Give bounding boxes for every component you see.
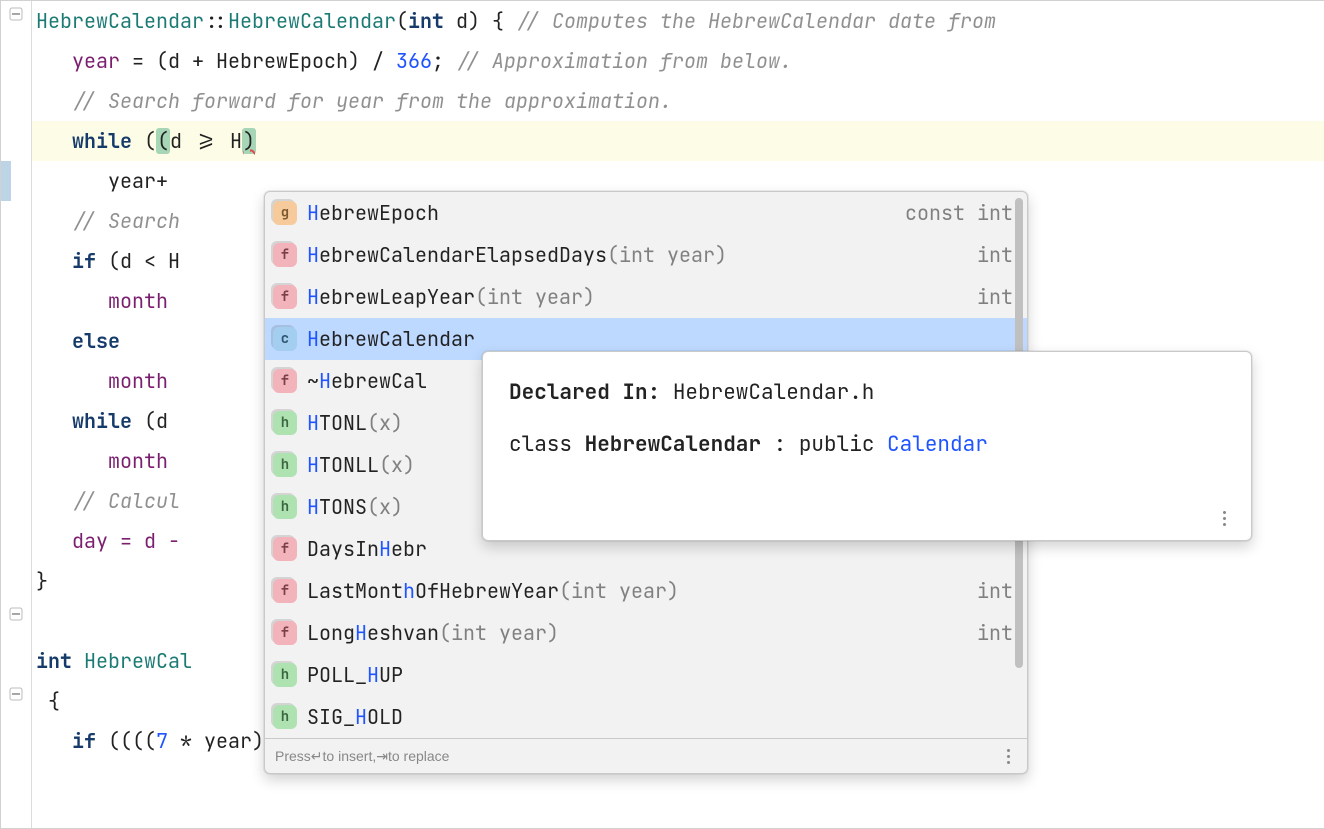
code-area[interactable]: HebrewCalendar::HebrewCalendar(int d) { … — [32, 1, 1324, 828]
macro-icon: h — [273, 453, 297, 477]
completion-label: POLL_HUP — [307, 662, 1013, 688]
comment: // Search — [36, 208, 180, 234]
completion-return-type: int — [977, 284, 1013, 310]
doc-declared-in: Declared In: HebrewCalendar.h — [509, 374, 1225, 412]
more-options-icon[interactable] — [999, 749, 1017, 764]
class-name: HebrewCalendar — [36, 8, 204, 34]
completion-footer: Press ↵ to insert, ⇥ to replace — [265, 738, 1027, 773]
code-line[interactable]: // Search forward for year from the appr… — [32, 81, 1324, 121]
quick-doc-popup: Declared In: HebrewCalendar.h class Hebr… — [482, 351, 1252, 541]
tab-key-icon: ⇥ — [376, 739, 388, 773]
function-icon: f — [273, 579, 297, 603]
comment: // Computes the HebrewCalendar date from — [516, 8, 996, 34]
class-icon: c — [273, 327, 297, 351]
function-icon: f — [273, 537, 297, 561]
macro-icon: h — [273, 705, 297, 729]
completion-item[interactable]: f HebrewLeapYear(int year) int — [265, 276, 1027, 318]
macro-icon: h — [273, 411, 297, 435]
fold-icon[interactable] — [9, 607, 23, 621]
doc-declaration: class HebrewCalendar : public Calendar — [509, 426, 1225, 464]
code-line-active[interactable]: while ((d >= H) — [32, 121, 1324, 161]
comment: // Search forward for year from the appr… — [72, 88, 672, 114]
type-link[interactable]: Calendar — [887, 431, 988, 458]
current-line-marker — [1, 161, 11, 201]
completion-label: HebrewLeapYear(int year) — [307, 284, 967, 310]
completion-label: HebrewCalendarElapsedDays(int year) — [307, 242, 967, 268]
comment: // Calcul — [36, 488, 180, 514]
completion-return-type: int — [977, 620, 1013, 646]
fold-icon[interactable] — [9, 687, 23, 701]
function-icon: f — [273, 369, 297, 393]
code-editor[interactable]: HebrewCalendar::HebrewCalendar(int d) { … — [1, 1, 1324, 828]
macro-icon: h — [273, 495, 297, 519]
completion-item[interactable]: g HebrewEpoch const int — [265, 192, 1027, 234]
completion-item[interactable]: h SIG_HOLD — [265, 696, 1027, 738]
completion-return-type: const int — [905, 200, 1013, 226]
function-icon: f — [273, 243, 297, 267]
function-icon: f — [273, 285, 297, 309]
completion-item[interactable]: f LongHeshvan(int year) int — [265, 612, 1027, 654]
completion-label: LongHeshvan(int year) — [307, 620, 967, 646]
gutter — [1, 1, 32, 828]
completion-label: HebrewCalendar — [307, 326, 1013, 352]
comment: // Approximation from below. — [456, 48, 792, 74]
completion-item[interactable]: f HebrewCalendarElapsedDays(int year) int — [265, 234, 1027, 276]
code-line[interactable]: year = (d + HebrewEpoch) / 366; // Appro… — [32, 41, 1324, 81]
function-icon: f — [273, 621, 297, 645]
completion-item[interactable]: f LastMonthOfHebrewYear(int year) int — [265, 570, 1027, 612]
more-options-icon[interactable] — [1215, 511, 1233, 526]
ctor-name: HebrewCalendar — [228, 8, 396, 34]
hint-text: to insert, — [323, 739, 377, 773]
completion-return-type: int — [977, 242, 1013, 268]
completion-return-type: int — [977, 578, 1013, 604]
code-line[interactable]: HebrewCalendar::HebrewCalendar(int d) { … — [32, 1, 1324, 41]
completion-label: SIG_HOLD — [307, 704, 1013, 730]
completion-label: HebrewEpoch — [307, 200, 895, 226]
completion-label: LastMonthOfHebrewYear(int year) — [307, 578, 967, 604]
scope-op: :: — [204, 8, 228, 34]
fold-icon[interactable] — [9, 7, 23, 21]
macro-icon: h — [273, 663, 297, 687]
enter-key-icon: ↵ — [311, 739, 323, 773]
global-icon: g — [273, 201, 297, 225]
hint-text: to replace — [388, 739, 449, 773]
completion-item[interactable]: h POLL_HUP — [265, 654, 1027, 696]
hint-text: Press — [275, 739, 311, 773]
